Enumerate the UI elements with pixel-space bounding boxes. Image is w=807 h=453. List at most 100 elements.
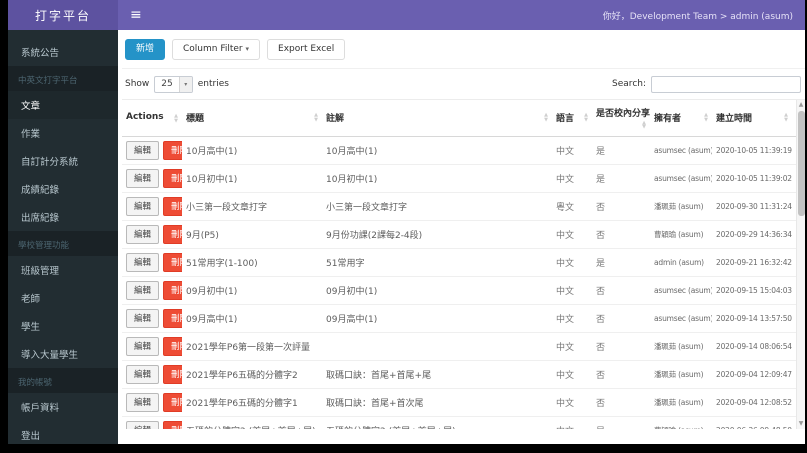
export-excel-button[interactable]: Export Excel (267, 39, 346, 60)
column-header[interactable]: 是否校內分享? ▲ ▼ (592, 99, 650, 137)
sidebar-item[interactable]: 作業 (8, 119, 118, 147)
sidebar-item[interactable]: 老師 (8, 284, 118, 312)
app-brand[interactable]: 打字平台 (8, 0, 118, 30)
column-header[interactable]: 建立時間 ▲ ▼ (712, 99, 792, 137)
edit-button[interactable]: 編輯 (126, 336, 160, 356)
sidebar-item[interactable]: 文章 (8, 91, 118, 119)
edit-button[interactable]: 編輯 (126, 308, 160, 328)
cell-note (322, 331, 552, 361)
edit-button[interactable]: 編輯 (126, 140, 160, 160)
column-header[interactable]: 標題 ▲ ▼ (182, 99, 322, 137)
scrollbar-thumb[interactable] (798, 110, 805, 216)
search-input[interactable] (651, 75, 801, 93)
sidebar-item[interactable]: 成績紀錄 (8, 175, 118, 203)
edit-button[interactable]: 編輯 (126, 196, 160, 216)
table-row: 編輯刪除2021學年P6五碼的分體字2取碼口訣：首尾+首尾+尾中文否潘珮茹 (a… (122, 359, 805, 389)
column-header[interactable]: Actions ▲ ▼ (122, 99, 182, 137)
edit-button[interactable]: 編輯 (126, 420, 160, 429)
delete-button[interactable]: 刪除 (163, 364, 182, 384)
cell-note: 取碼口訣：首尾+首尾+尾 (322, 359, 552, 389)
cell-created: 2020-06-26 09:48:50 (712, 415, 792, 429)
page-size-select[interactable]: 25 ▾ (154, 75, 193, 93)
add-button[interactable]: 新增 (125, 39, 166, 60)
cell-actions: 編輯刪除 (122, 191, 182, 221)
cell-share: 否 (592, 191, 650, 221)
edit-button[interactable]: 編輯 (126, 392, 160, 412)
cell-lang: 中文 (552, 331, 592, 361)
sidebar-item[interactable]: 登出 (8, 421, 118, 444)
delete-button[interactable]: 刪除 (163, 280, 182, 300)
cell-actions: 編輯刪除 (122, 387, 182, 417)
cell-created: 2020-09-04 12:08:52 (712, 387, 792, 417)
delete-button[interactable]: 刪除 (163, 420, 182, 429)
cell-lang: 中文 (552, 219, 592, 249)
cell-note: 9月份功課(2課每2-4段) (322, 219, 552, 249)
delete-button[interactable]: 刪除 (163, 224, 182, 244)
edit-button[interactable]: 編輯 (126, 252, 160, 272)
table-area: Actions ▲ ▼ 標題 ▲ ▼ 註解 ▲ ▼ 語言 ▲ ▼ 是否校內分享? ▲ ▼ 擁有者 ▲ ▼ 建立時間 ▲… (122, 98, 805, 429)
delete-button[interactable]: 刪除 (163, 308, 182, 328)
table-row: 編輯刪除9月(P5)9月份功課(2課每2-4段)中文否曹穎瑜 (asum)202… (122, 219, 805, 249)
sidebar-item[interactable]: 系統公告 (8, 38, 118, 66)
column-header[interactable]: 語言 ▲ ▼ (552, 99, 592, 137)
column-header-label: Actions (126, 112, 164, 123)
delete-button[interactable]: 刪除 (163, 252, 182, 272)
table-row: 編輯刪除10月初中(1)10月初中(1)中文是asumsec (asum)202… (122, 163, 805, 193)
cell-owner: 潘珮茹 (asum) (650, 387, 712, 417)
delete-button[interactable]: 刪除 (163, 140, 182, 160)
sidebar-item[interactable]: 學生 (8, 312, 118, 340)
cell-share: 否 (592, 303, 650, 333)
show-entries: Show 25 ▾ entries (125, 75, 229, 93)
cell-title: 9月(P5) (182, 219, 322, 249)
delete-button[interactable]: 刪除 (163, 168, 182, 188)
edit-button[interactable]: 編輯 (126, 364, 160, 384)
cell-owner: 曹穎瑜 (asum) (650, 415, 712, 429)
cell-actions: 編輯刪除 (122, 136, 182, 164)
sidebar-item[interactable]: 帳戶資料 (8, 393, 118, 421)
scroll-up-icon[interactable]: ▲ (797, 100, 805, 110)
app-window: 打字平台 ≡ 你好，Development Team > admin (asum… (8, 0, 805, 444)
cell-created: 2020-10-05 11:39:19 (716, 145, 792, 155)
edit-button[interactable]: 編輯 (126, 280, 160, 300)
cell-note: 五碼的分體字2 (首尾+首尾+尾) (322, 415, 552, 429)
column-header[interactable]: 註解 ▲ ▼ (322, 99, 552, 137)
top-bar-main: ≡ 你好，Development Team > admin (asum) (118, 0, 805, 30)
sidebar-item[interactable]: 班級管理 (8, 256, 118, 284)
delete-button[interactable]: 刪除 (163, 196, 182, 216)
delete-button[interactable]: 刪除 (163, 336, 182, 356)
cell-share: 是 (592, 247, 650, 277)
user-greeting[interactable]: 你好，Development Team > admin (asum) (603, 9, 793, 22)
top-bar: 打字平台 ≡ 你好，Development Team > admin (asum… (8, 0, 805, 30)
sidebar-item[interactable]: 自訂計分系統 (8, 147, 118, 175)
hamburger-menu-icon[interactable]: ≡ (130, 8, 142, 22)
delete-button[interactable]: 刪除 (163, 392, 182, 412)
sort-icon: ▲ ▼ (314, 112, 318, 123)
sort-icon: ▲ ▼ (584, 112, 588, 123)
cell-note: 10月初中(1) (322, 163, 552, 193)
sort-icon: ▲ ▼ (642, 119, 646, 131)
cell-share: 是 (592, 415, 650, 429)
cell-note: 小三第一段文章打字 (322, 191, 552, 221)
sort-icon: ▲ ▼ (704, 112, 708, 123)
cell-title: 09月高中(1) (182, 303, 322, 333)
cell-note: 09月初中(1) (322, 275, 552, 305)
cell-share: 否 (592, 219, 650, 249)
entries-label: entries (197, 79, 229, 90)
cell-title: 10月初中(1) (182, 163, 322, 193)
cell-actions: 編輯刪除 (122, 303, 182, 333)
sidebar-section-header: 中英文打字平台 (8, 66, 118, 91)
sidebar-item[interactable]: 出席紀錄 (8, 203, 118, 231)
column-filter-button[interactable]: Column Filter ▾ (172, 39, 261, 60)
column-header[interactable]: 擁有者 ▲ ▼ (650, 99, 712, 137)
scroll-down-icon[interactable]: ▼ (797, 419, 805, 429)
cell-share: 是 (592, 163, 650, 193)
sidebar-item[interactable]: 導入大量學生 (8, 340, 118, 368)
cell-lang: 中文 (552, 303, 592, 333)
table-row: 編輯刪除09月初中(1)09月初中(1)中文否asumsec (asum)202… (122, 275, 805, 305)
vertical-scrollbar[interactable]: ▲ ▼ (796, 99, 805, 429)
cell-owner: admin (asum) (650, 247, 712, 277)
cell-lang: 中文 (552, 163, 592, 193)
edit-button[interactable]: 編輯 (126, 224, 160, 244)
edit-button[interactable]: 編輯 (126, 168, 160, 188)
show-label: Show (125, 79, 150, 90)
